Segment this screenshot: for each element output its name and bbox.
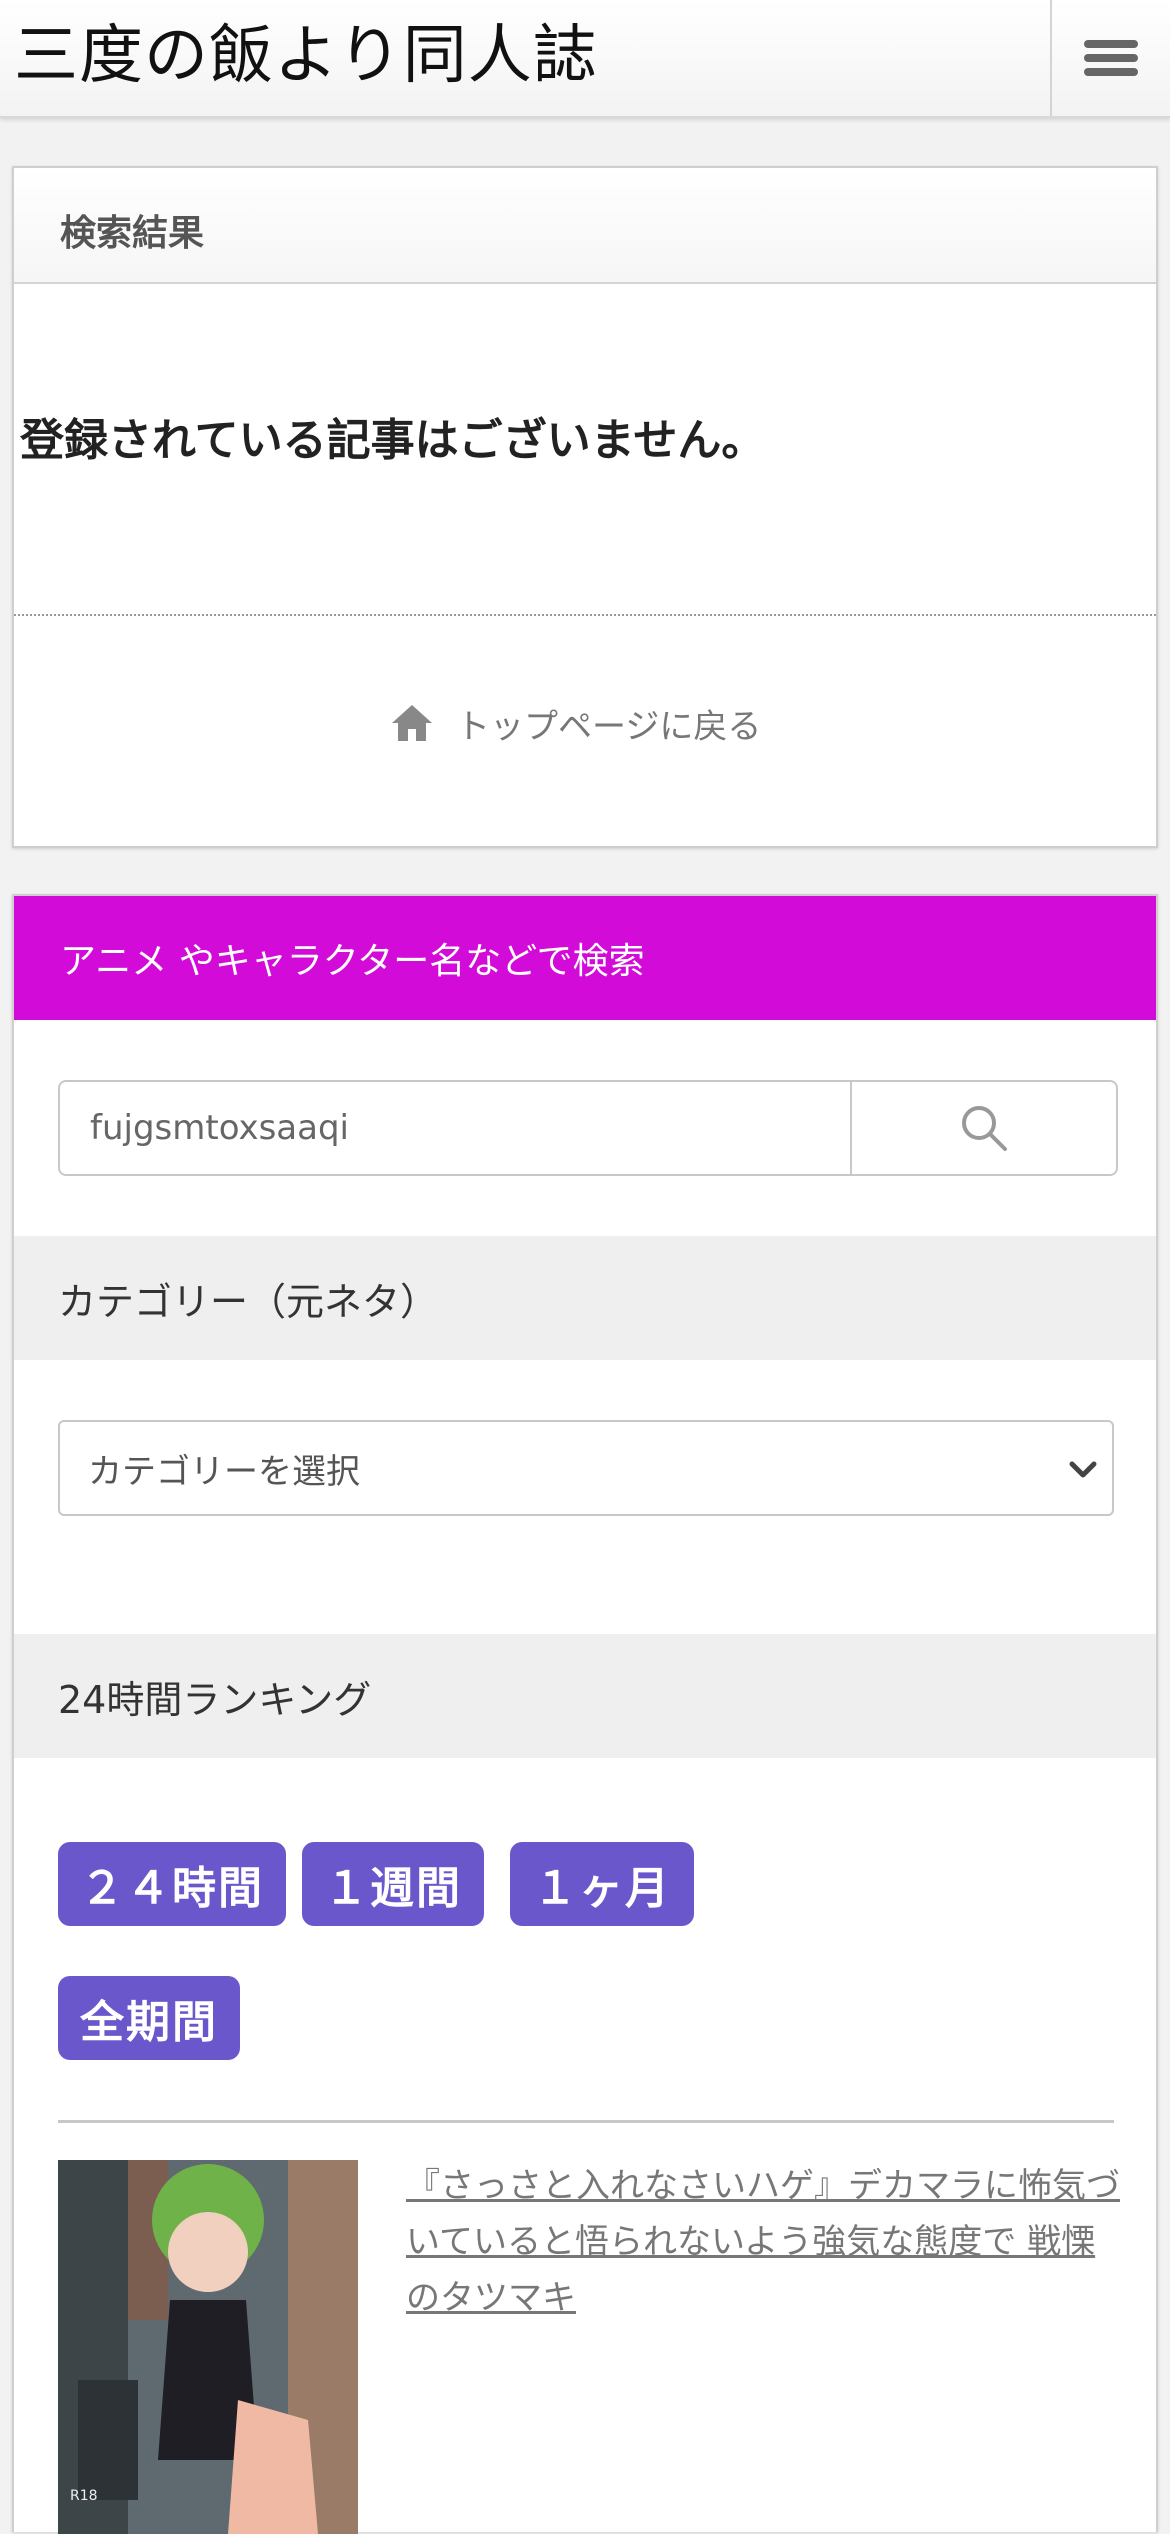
thumbnail-image: R18 (58, 2160, 358, 2534)
search-form: fujgsmtoxsaaqi (58, 1080, 1118, 1176)
search-results-header: 検索結果 (14, 168, 1156, 284)
tab-1month[interactable]: １ヶ月 (510, 1842, 694, 1926)
search-icon (962, 1106, 1007, 1151)
ranking-thumbnail[interactable]: R18 (58, 2160, 358, 2534)
back-to-top-label: トップページに戻る (456, 706, 762, 747)
tab-all-time[interactable]: 全期間 (58, 1976, 240, 2060)
ranking-header: 24時間ランキング (14, 1634, 1156, 1758)
site-title[interactable]: 三度の飯より同人誌 (14, 18, 598, 94)
category-title: カテゴリー（元ネタ） (58, 1279, 439, 1324)
ranking-item-title[interactable]: 『さっさと入れなさいハゲ』デカマラに怖気づいていると悟られないよう強気な態度で … (406, 2158, 1126, 2326)
thumbnail-badge: R18 (70, 2488, 98, 2504)
ranking-title: 24時間ランキング (58, 1677, 372, 1722)
no-results-message: 登録されている記事はございません。 (20, 415, 766, 466)
search-results-card: 検索結果 登録されている記事はございません。 トップページに戻る (12, 166, 1158, 848)
sidebar-card: アニメ やキャラクター名などで検索 fujgsmtoxsaaqi カテゴリー（元… (12, 894, 1158, 2534)
category-select[interactable]: カテゴリーを選択 (58, 1420, 1114, 1516)
site-header: 三度の飯より同人誌 (0, 0, 1170, 118)
category-header: カテゴリー（元ネタ） (14, 1236, 1156, 1360)
chevron-down-icon (1069, 1461, 1097, 1478)
search-widget-header: アニメ やキャラクター名などで検索 (14, 896, 1156, 1020)
tab-1week[interactable]: １週間 (302, 1842, 484, 1926)
search-button[interactable] (850, 1082, 1116, 1174)
dotted-divider (14, 614, 1156, 616)
ranking-divider (58, 2120, 1114, 2123)
menu-button[interactable] (1050, 0, 1170, 116)
search-input[interactable]: fujgsmtoxsaaqi (60, 1082, 850, 1174)
search-widget-title: アニメ やキャラクター名などで検索 (60, 941, 645, 982)
tab-24h[interactable]: ２４時間 (58, 1842, 286, 1926)
home-icon (392, 705, 432, 741)
category-select-value: カテゴリーを選択 (88, 1451, 360, 1492)
search-results-title: 検索結果 (60, 213, 205, 254)
back-to-top-link[interactable]: トップページに戻る (390, 698, 761, 748)
